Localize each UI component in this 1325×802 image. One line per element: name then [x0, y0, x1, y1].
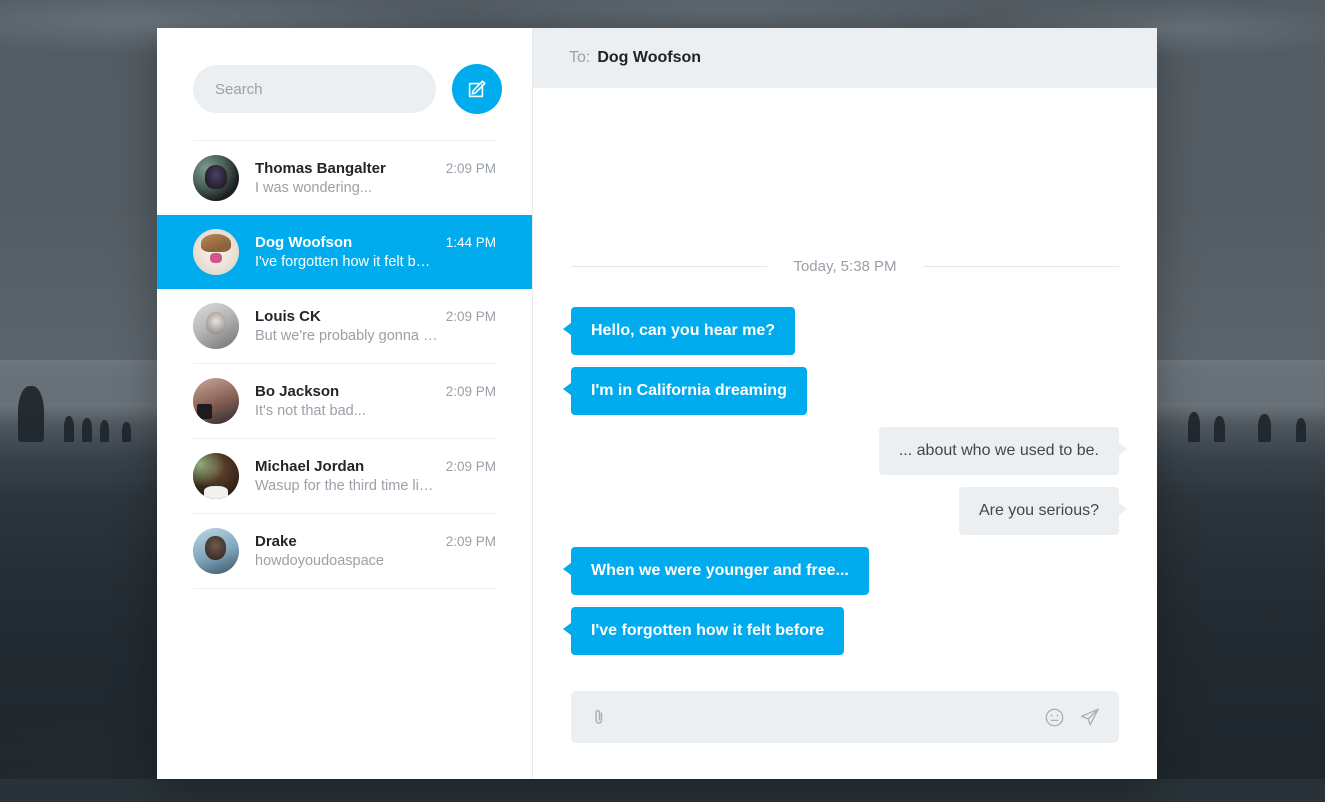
conversation-time: 2:09 PM [445, 459, 496, 474]
avatar [193, 229, 239, 275]
chat-header-recipient: Dog Woofson [597, 49, 702, 66]
conversation-preview: I've forgotten how it felt b… [255, 254, 431, 270]
conversation-time: 2:09 PM [445, 161, 496, 176]
conversation-body: Dog Woofson 1:44 PM I've forgotten how it … [255, 234, 496, 270]
avatar [193, 453, 239, 499]
conversation-name: Thomas Bangalter [255, 160, 386, 177]
date-divider: Today, 5:38 PM [571, 258, 1119, 275]
conversation-name: Drake [255, 533, 297, 550]
message-row: I'm in California dreaming [563, 367, 1119, 415]
chat-panel: To: Dog Woofson Today, 5:38 PM Hello, ca… [533, 28, 1157, 779]
desktop: Thomas Bangalter 2:09 PM I was wondering..… [0, 0, 1325, 802]
conversation-time: 1:44 PM [445, 235, 496, 250]
message-bubble: Hello, can you hear me? [562, 307, 796, 355]
avatar [193, 378, 239, 424]
smiley-icon[interactable] [1044, 707, 1065, 728]
conversation-preview: Wasup for the third time li… [255, 478, 434, 494]
compose-button[interactable] [452, 64, 502, 114]
paper-plane-icon[interactable] [1079, 706, 1101, 728]
conversation-name: Dog Woofson [255, 234, 353, 251]
avatar [193, 528, 239, 574]
desktop-taskbar [0, 779, 1325, 802]
conversation-item[interactable]: Michael Jordan 2:09 PM Wasup for the third… [157, 439, 532, 513]
message-row: ... about who we used to be. [571, 427, 1128, 475]
conversation-time: 2:09 PM [445, 534, 496, 549]
date-divider-line-right [922, 266, 1119, 267]
message-row: When we were younger and free... [563, 547, 1119, 595]
conversation-item[interactable]: Bo Jackson 2:09 PM It's not that bad... [157, 364, 532, 438]
message-bubble: When we were younger and free... [563, 547, 869, 595]
message-composer [571, 691, 1119, 743]
avatar [193, 303, 239, 349]
sidebar: Thomas Bangalter 2:09 PM I was wondering..… [157, 28, 533, 779]
conversation-name: Bo Jackson [255, 383, 340, 400]
list-divider [193, 588, 496, 589]
search-input[interactable] [193, 65, 436, 113]
message-thread: Today, 5:38 PM Hello, can you hear me? I'… [533, 88, 1157, 667]
message-bubble: ... about who we used to be. [878, 427, 1128, 475]
message-bubble: I've forgotten how it felt before [562, 607, 845, 655]
chat-header-to-label: To: [569, 49, 591, 66]
sidebar-header [157, 28, 532, 114]
conversation-item[interactable]: Drake 2:09 PM howdoyoudoaspace [157, 514, 532, 588]
conversation-body: Drake 2:09 PM howdoyoudoaspace [255, 533, 496, 569]
paperclip-icon[interactable] [589, 707, 609, 727]
avatar [193, 155, 239, 201]
conversation-list: Thomas Bangalter 2:09 PM I was wondering..… [157, 140, 532, 779]
date-divider-label: Today, 5:38 PM [793, 258, 897, 275]
conversation-name: Louis CK [255, 308, 321, 325]
message-row: Are you serious? [571, 487, 1128, 535]
conversation-body: Michael Jordan 2:09 PM Wasup for the third… [255, 458, 496, 494]
message-row: Hello, can you hear me? [562, 307, 1119, 355]
chat-header: To: Dog Woofson [533, 28, 1157, 88]
composer-area [533, 667, 1157, 779]
conversation-body: Louis CK 2:09 PM But we're probably gonna … [255, 308, 496, 344]
conversation-item[interactable]: Dog Woofson 1:44 PM I've forgotten how it … [157, 215, 532, 289]
date-divider-line-left [571, 266, 768, 267]
chat-app-window: Thomas Bangalter 2:09 PM I was wondering..… [157, 28, 1157, 779]
message-row: I've forgotten how it felt before [562, 607, 1119, 655]
message-bubble: Are you serious? [958, 487, 1128, 535]
compose-icon [466, 78, 488, 100]
conversation-item[interactable]: Thomas Bangalter 2:09 PM I was wondering..… [157, 141, 532, 215]
conversation-name: Michael Jordan [255, 458, 365, 475]
conversation-preview: But we're probably gonna … [255, 328, 438, 344]
conversation-item[interactable]: Louis CK 2:09 PM But we're probably gonna … [157, 289, 532, 363]
conversation-body: Bo Jackson 2:09 PM It's not that bad... [255, 383, 496, 419]
message-bubble: I'm in California dreaming [563, 367, 807, 415]
conversation-body: Thomas Bangalter 2:09 PM I was wondering..… [255, 160, 496, 196]
message-input[interactable] [623, 691, 1030, 743]
conversation-time: 2:09 PM [445, 309, 496, 324]
conversation-preview: I was wondering... [255, 180, 372, 196]
conversation-preview: howdoyoudoaspace [255, 553, 384, 569]
conversation-preview: It's not that bad... [255, 403, 366, 419]
conversation-time: 2:09 PM [445, 384, 496, 399]
